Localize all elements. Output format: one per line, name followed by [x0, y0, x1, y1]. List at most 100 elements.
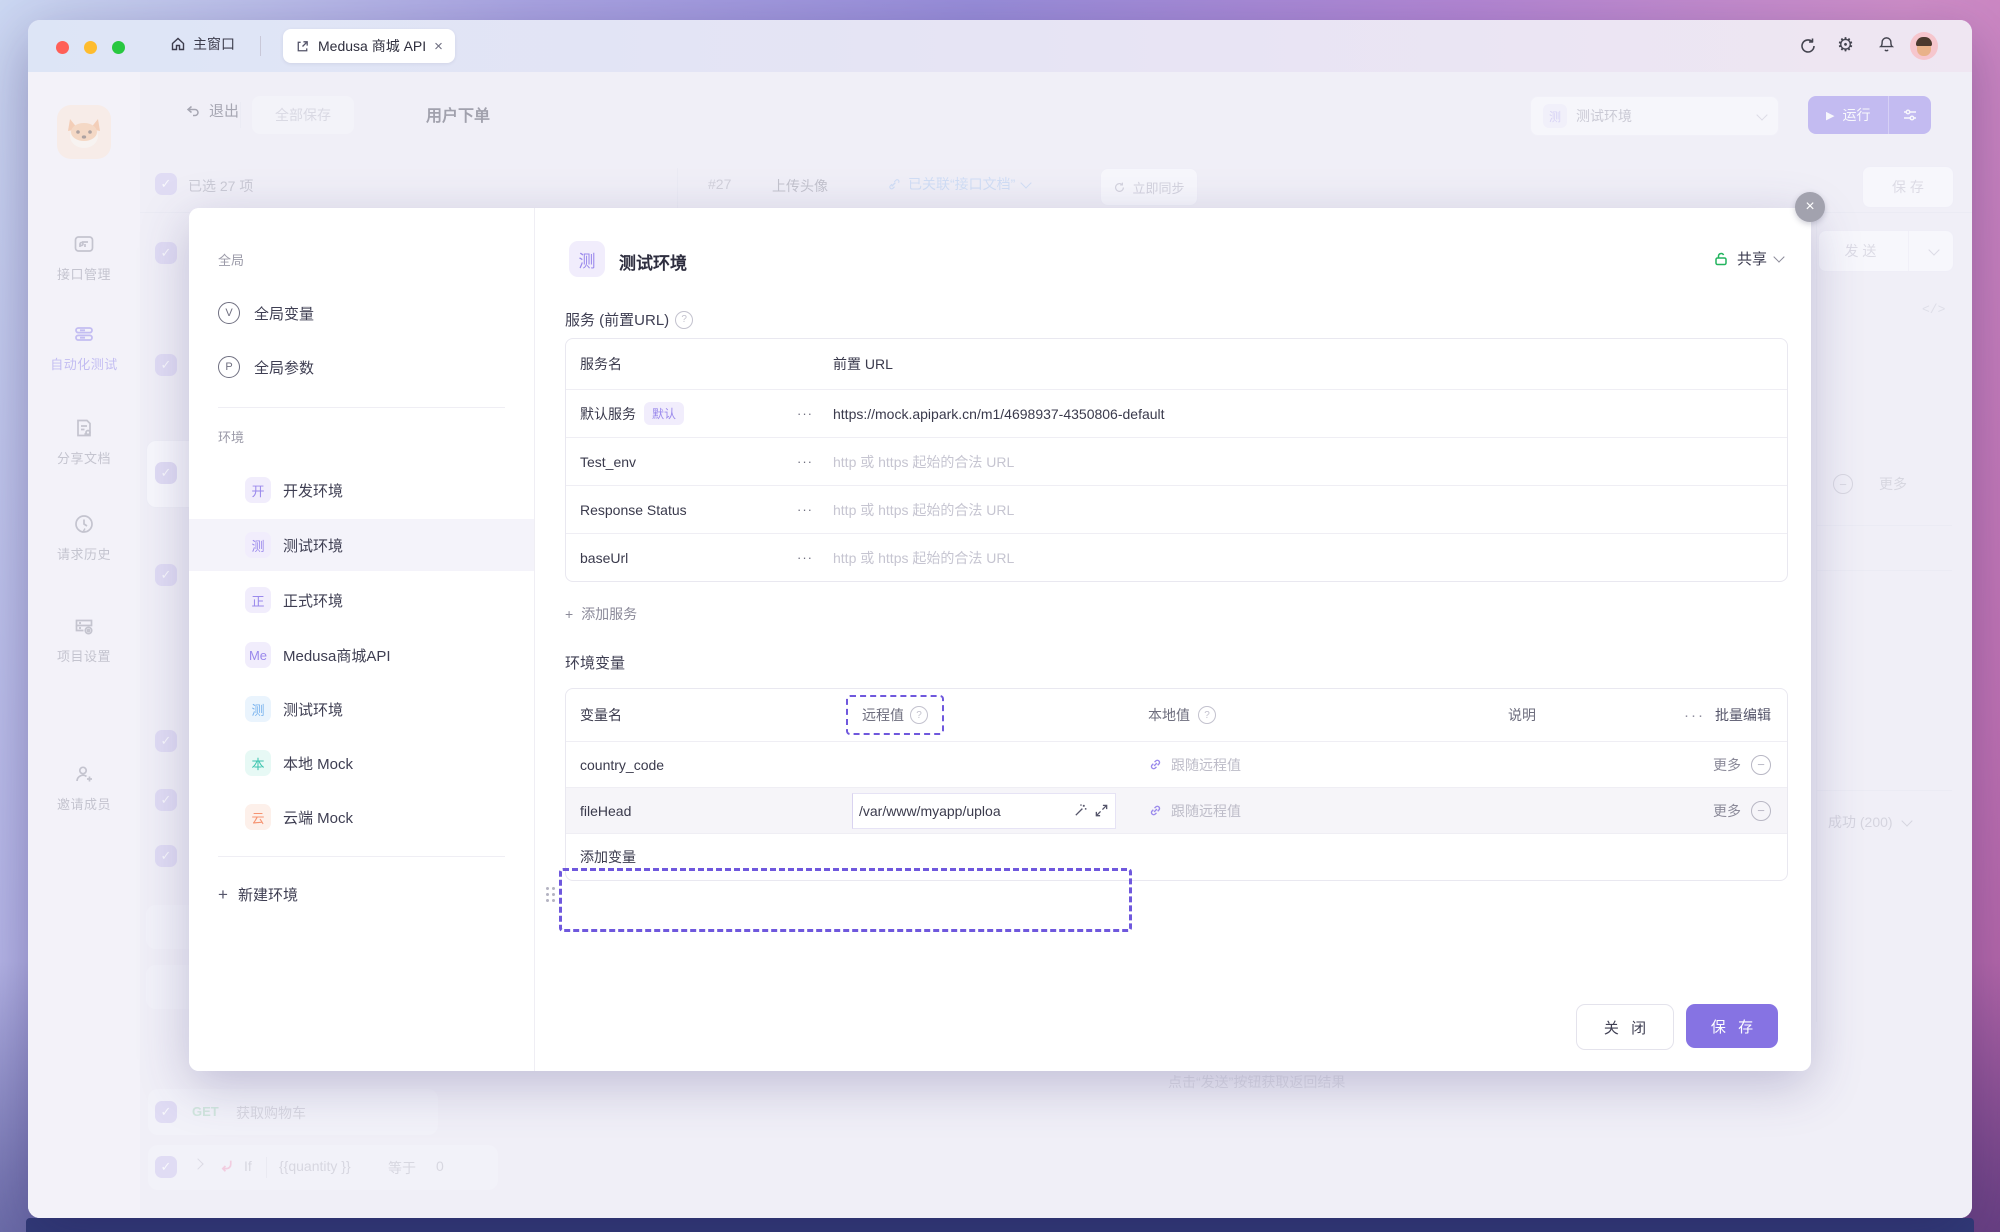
nav-item-env-test[interactable]: 测 测试环境: [189, 519, 534, 571]
response-status-row[interactable]: 成功 (200): [1828, 812, 1911, 832]
workspace-logo[interactable]: [57, 105, 111, 159]
settings-gear-icon[interactable]: ⚙: [1837, 34, 1854, 57]
sidebar-item-project-settings[interactable]: 项目设置: [28, 614, 140, 665]
environment-selector[interactable]: 测 测试环境: [1530, 96, 1779, 136]
batch-edit-button[interactable]: 批量编辑: [1715, 705, 1771, 725]
sidebar-item-request-history[interactable]: 请求历史: [28, 512, 140, 563]
save-all-button[interactable]: 全部保存: [252, 96, 354, 134]
row-checkbox[interactable]: ✓: [155, 1156, 177, 1178]
remove-row-icon[interactable]: −: [1751, 801, 1771, 821]
nav-item-label: 测试环境: [283, 535, 343, 556]
magic-wand-icon[interactable]: [1073, 803, 1088, 818]
nav-item-cloud-mock[interactable]: 云 云端 Mock: [189, 793, 534, 841]
service-url-input[interactable]: http 或 https 起始的合法 URL: [833, 548, 1787, 568]
add-service-button[interactable]: + 添加服务: [565, 604, 637, 624]
code-view-icon[interactable]: </>: [1922, 302, 1945, 317]
refresh-icon[interactable]: [1798, 36, 1818, 56]
condition-row-if[interactable]: ✓ If {{quantity }} 等于 0: [148, 1145, 498, 1190]
run-button[interactable]: ▶ 运行: [1808, 96, 1931, 134]
collapse-minus-icon[interactable]: −: [1833, 474, 1853, 494]
list-checkbox[interactable]: ✓: [155, 242, 177, 264]
run-settings-icon[interactable]: [1889, 96, 1931, 134]
service-url-input[interactable]: https://mock.apipark.cn/m1/4698937-43508…: [833, 406, 1787, 422]
row-actions-dots[interactable]: ···: [797, 550, 833, 565]
nav-item-env-test2[interactable]: 测 测试环境: [189, 685, 534, 733]
sync-now-button[interactable]: 立即同步: [1100, 168, 1198, 206]
traffic-light-close[interactable]: [56, 41, 69, 54]
list-checkbox[interactable]: ✓: [155, 845, 177, 867]
list-checkbox[interactable]: ✓: [155, 730, 177, 752]
variable-row-country-code[interactable]: country_code 跟随远程值 更多 −: [566, 742, 1787, 788]
add-variable-input[interactable]: 添加变量: [566, 847, 852, 867]
help-icon[interactable]: ?: [1198, 706, 1216, 724]
modal-save-button[interactable]: 保 存: [1686, 1004, 1778, 1048]
row-actions-dots[interactable]: ···: [797, 406, 833, 421]
user-avatar[interactable]: [1910, 32, 1938, 60]
header-dots[interactable]: ···: [1684, 707, 1705, 724]
request-row-get-cart[interactable]: ✓ GET 获取购物车: [148, 1089, 438, 1135]
send-options-chevron-icon[interactable]: [1915, 249, 1953, 254]
nav-item-label: 本地 Mock: [283, 753, 353, 774]
nav-item-global-variables[interactable]: V 全局变量: [189, 289, 534, 337]
tab-main-window[interactable]: 主窗口: [170, 34, 235, 54]
services-table: 服务名 前置 URL 默认服务默认 ··· https://mock.apipa…: [565, 338, 1788, 582]
traffic-light-minimize[interactable]: [84, 41, 97, 54]
more-label[interactable]: 更多: [1879, 474, 1907, 494]
list-checkbox[interactable]: ✓: [155, 462, 177, 484]
traffic-light-zoom[interactable]: [112, 41, 125, 54]
variable-row-add[interactable]: 添加变量: [566, 834, 1787, 880]
sidebar-item-share-docs[interactable]: 分享文档: [28, 416, 140, 467]
list-checkbox[interactable]: ✓: [155, 789, 177, 811]
row-more-button[interactable]: 更多: [1713, 801, 1741, 821]
drag-handle[interactable]: [546, 887, 555, 902]
nav-item-local-mock[interactable]: 本 本地 Mock: [189, 739, 534, 787]
service-url-input[interactable]: http 或 https 起始的合法 URL: [833, 452, 1787, 472]
tab-medusa-api[interactable]: Medusa 商城 API ×: [283, 29, 455, 63]
row-actions-dots[interactable]: ···: [797, 502, 833, 517]
list-checkbox[interactable]: ✓: [155, 354, 177, 376]
remove-row-icon[interactable]: −: [1751, 755, 1771, 775]
notifications-bell-icon[interactable]: [1877, 35, 1896, 54]
help-icon[interactable]: ?: [910, 706, 928, 724]
environment-name: 测试环境: [1576, 106, 1749, 126]
nav-item-env-medusa[interactable]: Me Medusa商城API: [189, 631, 534, 679]
new-environment-button[interactable]: + 新建环境: [218, 884, 298, 905]
sidebar-item-api-management[interactable]: 接口管理: [28, 232, 140, 283]
modal-cancel-button[interactable]: 关 闭: [1576, 1004, 1674, 1050]
variable-local-value[interactable]: 跟随远程值: [1144, 801, 1448, 821]
sidebar-item-automation-test[interactable]: 自动化测试: [28, 322, 140, 373]
row-checkbox[interactable]: ✓: [155, 1101, 177, 1123]
variable-name[interactable]: fileHead: [566, 803, 852, 819]
linked-doc-dropdown[interactable]: 已关联“接口文档”: [886, 174, 1030, 194]
exit-button[interactable]: 退出: [185, 100, 239, 121]
row-actions-dots[interactable]: ···: [797, 454, 833, 469]
env-badge: 正: [245, 587, 271, 613]
row-more-button[interactable]: 更多: [1713, 755, 1741, 775]
nav-item-env-dev[interactable]: 开 开发环境: [189, 466, 534, 514]
send-button[interactable]: 发 送: [1818, 230, 1954, 272]
variable-local-value[interactable]: 跟随远程值: [1144, 755, 1448, 775]
variable-remote-value[interactable]: /var/www/myapp/uploa: [852, 793, 1144, 829]
service-row[interactable]: Test_env ··· http 或 https 起始的合法 URL: [566, 438, 1787, 486]
tab-close-icon[interactable]: ×: [434, 39, 443, 54]
share-dropdown[interactable]: 共享: [1713, 248, 1783, 269]
nav-item-label: 云端 Mock: [283, 807, 353, 828]
send-label: 发 送: [1819, 241, 1902, 261]
select-all-checkbox[interactable]: ✓: [155, 173, 177, 195]
link-icon: [1148, 757, 1163, 772]
expand-value-icon[interactable]: [1094, 803, 1109, 818]
variable-name[interactable]: country_code: [566, 757, 852, 773]
service-row[interactable]: baseUrl ··· http 或 https 起始的合法 URL: [566, 534, 1787, 581]
remote-value-input[interactable]: /var/www/myapp/uploa: [852, 793, 1116, 829]
list-checkbox[interactable]: ✓: [155, 564, 177, 586]
help-icon[interactable]: ?: [675, 311, 693, 329]
nav-item-env-prod[interactable]: 正 正式环境: [189, 576, 534, 624]
save-request-button[interactable]: 保 存: [1862, 166, 1954, 208]
sidebar-item-invite-members[interactable]: 邀请成员: [28, 762, 140, 813]
service-row[interactable]: Response Status ··· http 或 https 起始的合法 U…: [566, 486, 1787, 534]
nav-item-global-params[interactable]: P 全局参数: [189, 343, 534, 391]
service-url-input[interactable]: http 或 https 起始的合法 URL: [833, 500, 1787, 520]
expand-chevron-icon[interactable]: [192, 1158, 203, 1169]
service-row[interactable]: 默认服务默认 ··· https://mock.apipark.cn/m1/46…: [566, 390, 1787, 438]
variable-row-filehead[interactable]: fileHead /var/www/myapp/uploa 跟随远程值: [566, 788, 1787, 834]
